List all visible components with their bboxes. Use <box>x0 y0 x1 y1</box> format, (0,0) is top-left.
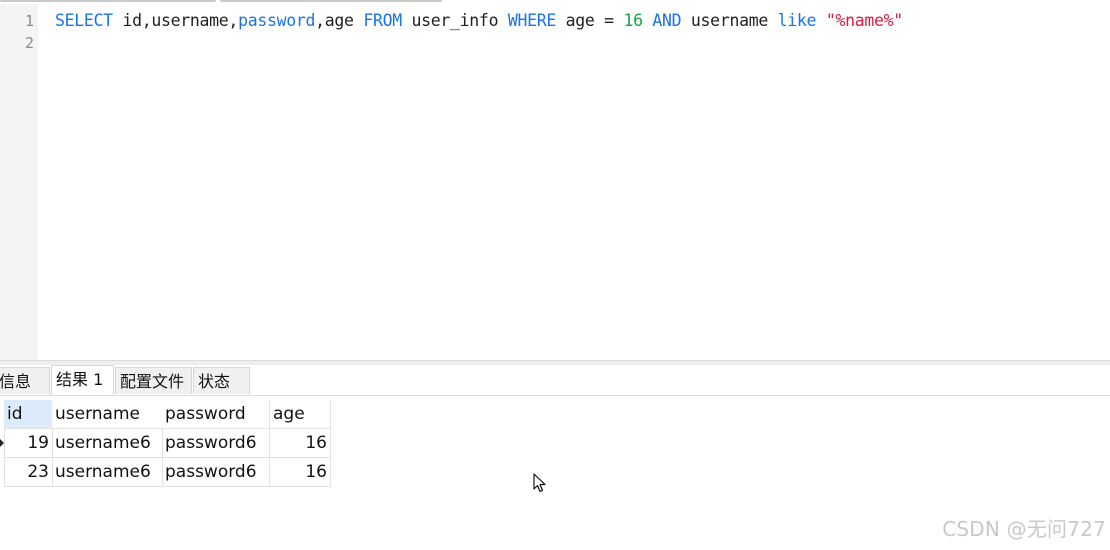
tab-result-1[interactable]: 结果 1 <box>51 365 114 395</box>
editor-tab-1[interactable] <box>0 0 216 2</box>
sql-condition-2: username <box>681 11 778 30</box>
line-number-1: 1 <box>24 12 34 30</box>
sql-space-2 <box>816 11 826 30</box>
editor-tab-2[interactable] <box>220 0 442 2</box>
cell-age[interactable]: 16 <box>270 458 331 487</box>
tab-profile[interactable]: 配置文件 <box>115 367 192 394</box>
keyword-from: FROM <box>363 11 402 30</box>
column-header-id[interactable]: id <box>4 400 53 429</box>
sql-string: "%name%" <box>825 11 903 30</box>
cell-age[interactable]: 16 <box>270 429 331 458</box>
cell-id[interactable]: 23 <box>4 458 53 487</box>
keyword-password: password <box>238 11 316 30</box>
mouse-pointer-icon <box>533 473 546 493</box>
keyword-like: like <box>777 11 817 30</box>
tab-info[interactable]: 信息 <box>0 367 50 394</box>
cell-username[interactable]: username6 <box>52 429 163 458</box>
keyword-and: AND <box>652 11 682 30</box>
sql-columns: id,username, <box>112 11 239 30</box>
sql-editor[interactable]: 1 2 SELECT id,username,password,age FROM… <box>0 4 1110 360</box>
watermark-text: CSDN @无问727 <box>942 517 1106 541</box>
line-number-2: 2 <box>24 34 34 52</box>
column-header-username[interactable]: username <box>52 400 163 429</box>
sql-space-1 <box>643 11 653 30</box>
cell-password[interactable]: password6 <box>162 458 270 487</box>
sql-number: 16 <box>623 11 643 30</box>
column-header-password[interactable]: password <box>162 400 270 429</box>
cell-password[interactable]: password6 <box>162 429 270 458</box>
sql-line-1[interactable]: SELECT id,username,password,age FROM use… <box>55 10 903 32</box>
keyword-select: SELECT <box>55 11 113 30</box>
keyword-where: WHERE <box>507 11 557 30</box>
result-tab-bar: 信息 结果 1 配置文件 状态 <box>0 365 1110 396</box>
app-window: 1 2 SELECT id,username,password,age FROM… <box>0 0 1110 550</box>
tab-status[interactable]: 状态 <box>193 367 250 394</box>
cell-username[interactable]: username6 <box>52 458 163 487</box>
sql-condition-1: age = <box>556 11 624 30</box>
sql-table: user_info <box>401 11 508 30</box>
line-gutter: 1 2 <box>0 4 38 360</box>
sql-columns-2: ,age <box>315 11 364 30</box>
cell-id[interactable]: 19 <box>4 429 53 458</box>
column-header-age[interactable]: age <box>270 400 331 429</box>
